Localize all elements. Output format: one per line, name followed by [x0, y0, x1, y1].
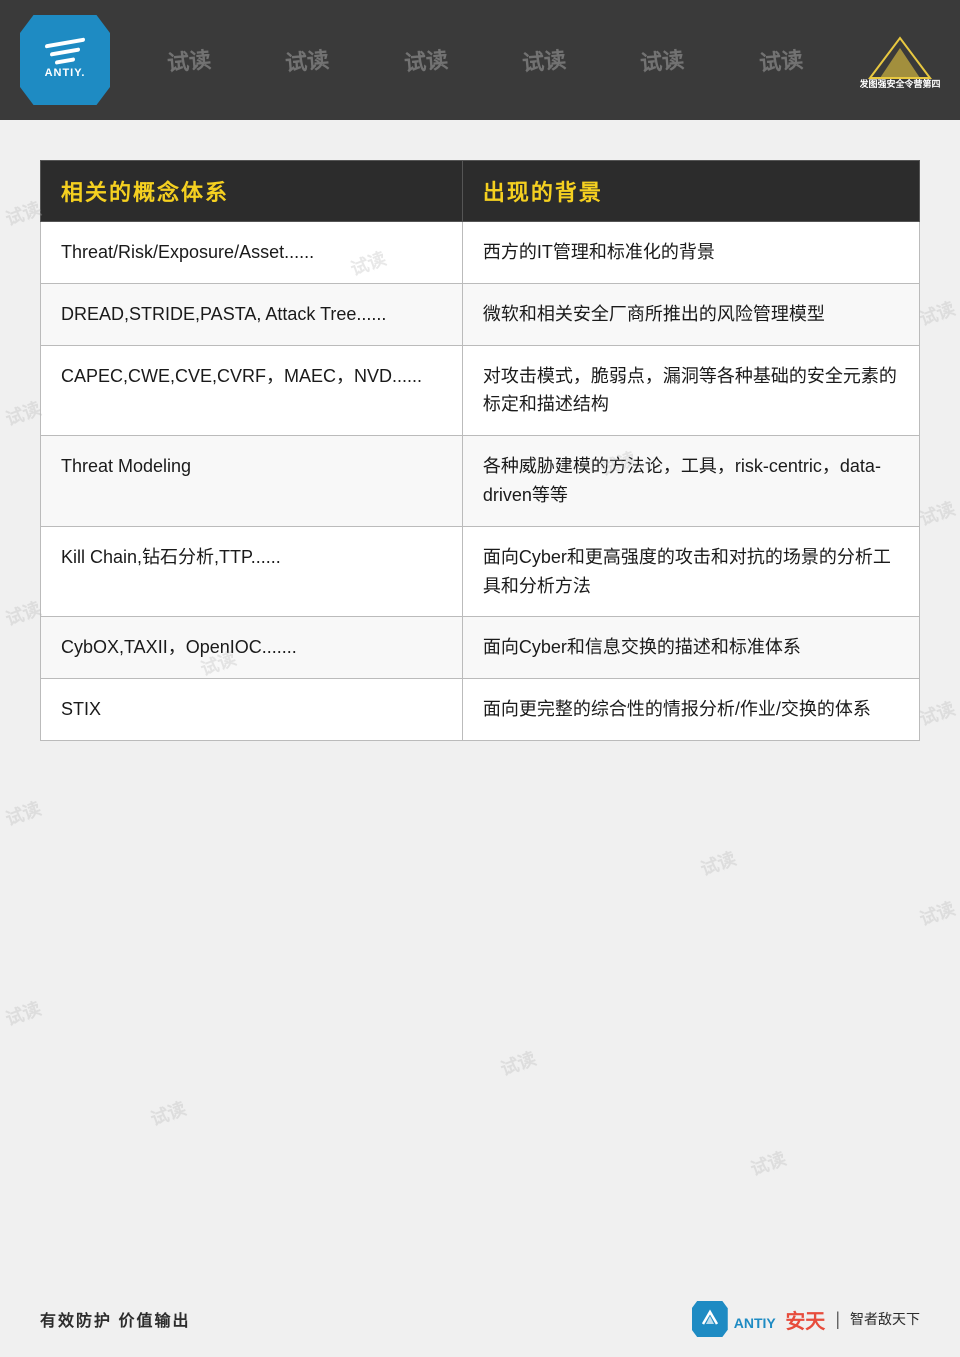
footer-brand-cn: 安天: [785, 1311, 825, 1333]
footer-slogan: 有效防护 价值输出: [40, 1307, 190, 1331]
table-cell-left-2: CAPEC,CWE,CVE,CVRF，MAEC，NVD......: [41, 345, 463, 436]
header: ANTIY. 试读 试读 试读 试读 试读 试读 奋发图强安全令营第四期: [0, 0, 960, 120]
table-cell-right-1: 微软和相关安全厂商所推出的风险管理模型: [462, 283, 919, 345]
footer-logo-text: ANTIY 安天: [734, 1305, 826, 1334]
logo-line-2: [50, 47, 80, 56]
col1-header: 相关的概念体系: [41, 161, 463, 222]
col2-header: 出现的背景: [462, 161, 919, 222]
table-row: Kill Chain,钻石分析,TTP......面向Cyber和更高强度的攻击…: [41, 526, 920, 617]
wm-4: 试读: [2, 795, 45, 832]
logo: ANTIY.: [20, 15, 110, 105]
header-right-logo: 奋发图强安全令营第四期: [860, 33, 940, 88]
wm-9: 试读: [916, 895, 959, 932]
logo-line-3: [55, 57, 75, 65]
antiy-footer-label: ANTIY: [734, 1315, 776, 1331]
header-wm-5: 试读: [639, 42, 686, 78]
header-wm-4: 试读: [521, 42, 568, 78]
logo-label: ANTIY.: [45, 67, 86, 79]
table-cell-left-4: Kill Chain,钻石分析,TTP......: [41, 526, 463, 617]
header-wm-3: 试读: [403, 42, 450, 78]
wm-16: 试读: [747, 1145, 790, 1182]
footer-logo: ANTIY 安天 | 智者敌天下: [692, 1301, 920, 1337]
wm-14: 试读: [147, 1095, 190, 1132]
table-cell-right-6: 面向更完整的综合性的情报分析/作业/交换的体系: [462, 679, 919, 741]
table-cell-right-0: 西方的IT管理和标准化的背景: [462, 222, 919, 284]
concept-table: 相关的概念体系 出现的背景 Threat/Risk/Exposure/Asset…: [40, 160, 920, 741]
table-cell-right-3: 各种威胁建模的方法论，工具，risk-centric，data-driven等等: [462, 436, 919, 527]
footer-logo-icon: [692, 1301, 728, 1337]
footer-logo-sub: 智者敌天下: [850, 1309, 920, 1329]
table-row: STIX面向更完整的综合性的情报分析/作业/交换的体系: [41, 679, 920, 741]
table-cell-right-2: 对攻击模式，脆弱点，漏洞等各种基础的安全元素的标定和描述结构: [462, 345, 919, 436]
table-row: Threat/Risk/Exposure/Asset......西方的IT管理和…: [41, 222, 920, 284]
wm-15: 试读: [497, 1045, 540, 1082]
header-watermarks: 试读 试读 试读 试读 试读 试读: [110, 44, 860, 76]
table-row: CybOX,TAXII，OpenIOC.......面向Cyber和信息交换的描…: [41, 617, 920, 679]
footer: 有效防护 价值输出 ANTIY 安天 | 智者敌天下: [0, 1301, 960, 1337]
header-wm-6: 试读: [757, 42, 804, 78]
footer-divider: |: [835, 1309, 840, 1330]
antiy-logo-right: 奋发图强安全令营第四期: [860, 33, 940, 88]
table-cell-right-4: 面向Cyber和更高强度的攻击和对抗的场景的分析工具和分析方法: [462, 526, 919, 617]
table-cell-left-5: CybOX,TAXII，OpenIOC.......: [41, 617, 463, 679]
table-cell-left-1: DREAD,STRIDE,PASTA, Attack Tree......: [41, 283, 463, 345]
table-row: CAPEC,CWE,CVE,CVRF，MAEC，NVD......对攻击模式，脆…: [41, 345, 920, 436]
table-cell-right-5: 面向Cyber和信息交换的描述和标准体系: [462, 617, 919, 679]
header-wm-2: 试读: [284, 42, 331, 78]
header-wm-1: 试读: [166, 42, 213, 78]
table-row: Threat Modeling各种威胁建模的方法论，工具，risk-centri…: [41, 436, 920, 527]
table-cell-left-0: Threat/Risk/Exposure/Asset......: [41, 222, 463, 284]
table-cell-left-6: STIX: [41, 679, 463, 741]
svg-text:奋发图强安全令营第四期: 奋发图强安全令营第四期: [860, 78, 940, 88]
table-row: DREAD,STRIDE,PASTA, Attack Tree......微软和…: [41, 283, 920, 345]
wm-5: 试读: [2, 995, 45, 1032]
main-content: 相关的概念体系 出现的背景 Threat/Risk/Exposure/Asset…: [0, 120, 960, 771]
table-cell-left-3: Threat Modeling: [41, 436, 463, 527]
wm-13: 试读: [697, 845, 740, 882]
